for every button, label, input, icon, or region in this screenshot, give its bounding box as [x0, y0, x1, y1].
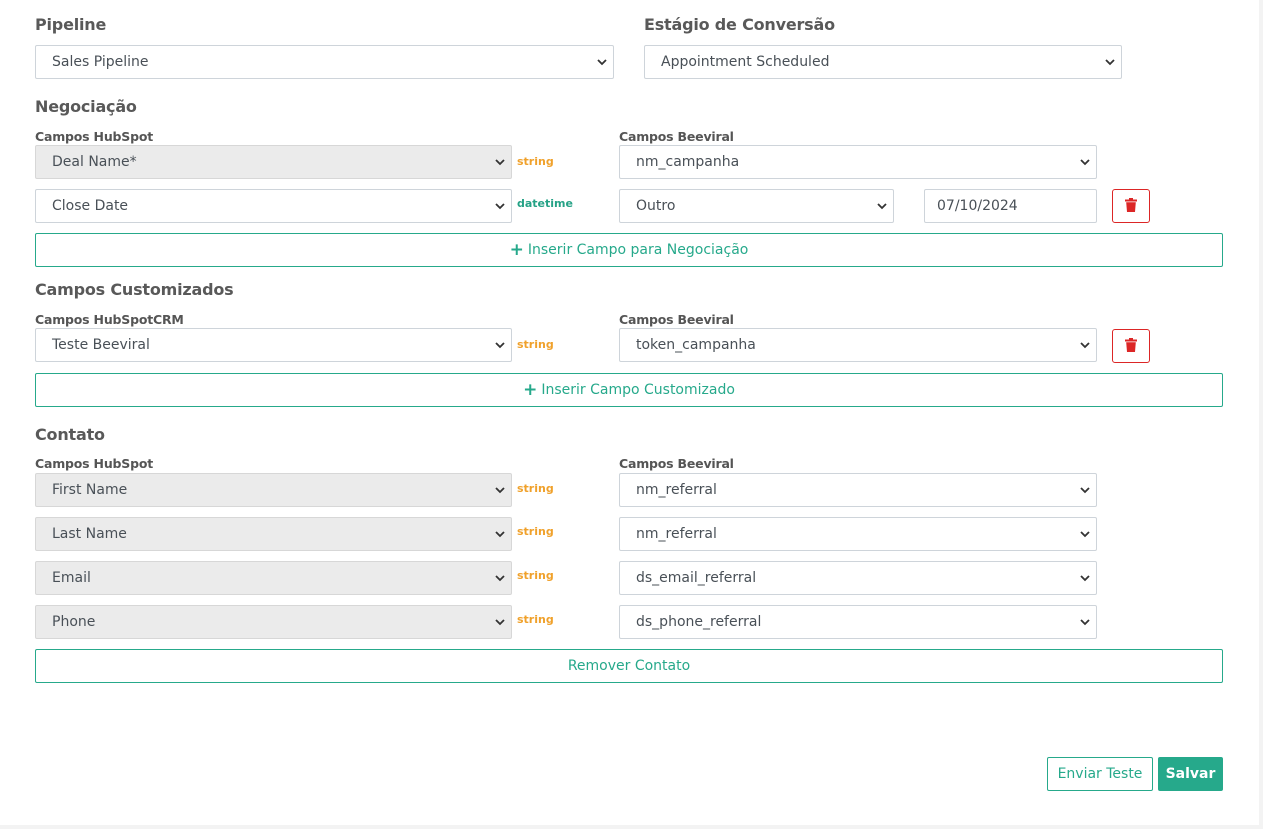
trash-icon: [1125, 197, 1137, 216]
save-button[interactable]: Salvar: [1158, 757, 1223, 791]
remove-contact-button[interactable]: Remover Contato: [35, 649, 1223, 683]
conversion-stage-select[interactable]: Appointment Scheduled: [644, 45, 1122, 79]
chevron-down-icon: [495, 157, 505, 167]
hubspot-field-value: Close Date: [52, 198, 129, 214]
chevron-down-icon: [877, 201, 887, 211]
page-edge-bottom: [0, 825, 1263, 829]
conversion-stage-heading: Estágio de Conversão: [644, 15, 835, 34]
chevron-down-icon: [495, 573, 505, 583]
beeviral-field-value: nm_referral: [636, 482, 717, 498]
custom-hubspot-col: Campos HubSpotCRM: [35, 312, 184, 327]
hubspot-field-value: First Name: [52, 482, 128, 498]
pipeline-select-value: Sales Pipeline: [52, 54, 149, 70]
add-custom-field-label: Inserir Campo Customizado: [541, 382, 735, 398]
contact-heading: Contato: [35, 425, 105, 444]
pipeline-heading: Pipeline: [35, 15, 107, 34]
remove-contact-label: Remover Contato: [567, 658, 691, 674]
field-type-label: string: [517, 482, 554, 495]
field-type-label: string: [517, 155, 554, 168]
chevron-down-icon: [495, 340, 505, 350]
beeviral-field-value: nm_campanha: [636, 154, 740, 170]
hubspot-field-value: Last Name: [52, 526, 127, 542]
field-type-label: datetime: [517, 197, 573, 210]
negotiation-hubspot-col: Campos HubSpot: [35, 129, 153, 144]
chevron-down-icon: [597, 57, 607, 67]
delete-close-date-button[interactable]: [1112, 189, 1150, 223]
contact-beeviral-col: Campos Beeviral: [619, 456, 734, 471]
chevron-down-icon: [495, 617, 505, 627]
chevron-down-icon: [1080, 617, 1090, 627]
negotiation-heading: Negociação: [35, 97, 137, 116]
phone-beeviral-select[interactable]: ds_phone_referral: [619, 605, 1097, 639]
add-negotiation-field-label: Inserir Campo para Negociação: [527, 242, 749, 258]
field-type-label: string: [517, 525, 554, 538]
chevron-down-icon: [1080, 340, 1090, 350]
hubspot-field-value: Deal Name*: [52, 154, 137, 170]
date-value: 07/10/2024: [937, 198, 1018, 214]
email-beeviral-select[interactable]: ds_email_referral: [619, 561, 1097, 595]
add-custom-field-button[interactable]: + Inserir Campo Customizado: [35, 373, 1223, 407]
chevron-down-icon: [1105, 57, 1115, 67]
beeviral-field-value: token_campanha: [636, 337, 756, 353]
deal-name-select: Deal Name*: [35, 145, 512, 179]
trash-icon: [1125, 337, 1137, 356]
save-label: Salvar: [1165, 766, 1216, 782]
first-name-select: First Name: [35, 473, 512, 507]
field-type-label: string: [517, 569, 554, 582]
chevron-down-icon: [495, 485, 505, 495]
pipeline-select[interactable]: Sales Pipeline: [35, 45, 614, 79]
beeviral-field-value: Outro: [636, 198, 676, 214]
plus-icon: +: [523, 379, 538, 400]
chevron-down-icon: [1080, 529, 1090, 539]
close-date-select[interactable]: Close Date: [35, 189, 512, 223]
conversion-stage-value: Appointment Scheduled: [661, 54, 830, 70]
beeviral-field-value: ds_phone_referral: [636, 614, 762, 630]
plus-icon: +: [509, 239, 524, 260]
beeviral-field-value: ds_email_referral: [636, 570, 757, 586]
hubspot-field-value: Phone: [52, 614, 96, 630]
negotiation-beeviral-col: Campos Beeviral: [619, 129, 734, 144]
custom-beeviral-col: Campos Beeviral: [619, 312, 734, 327]
field-type-label: string: [517, 338, 554, 351]
field-type-label: string: [517, 613, 554, 626]
contact-hubspot-col: Campos HubSpot: [35, 456, 153, 471]
chevron-down-icon: [495, 201, 505, 211]
add-negotiation-field-button[interactable]: + Inserir Campo para Negociação: [35, 233, 1223, 267]
chevron-down-icon: [495, 529, 505, 539]
delete-custom-field-button[interactable]: [1112, 329, 1150, 363]
close-date-value-input[interactable]: 07/10/2024: [924, 189, 1097, 223]
hubspot-field-value: Email: [52, 570, 91, 586]
chevron-down-icon: [1080, 485, 1090, 495]
beeviral-field-value: nm_referral: [636, 526, 717, 542]
custom-hubspot-select[interactable]: Teste Beeviral: [35, 328, 512, 362]
chevron-down-icon: [1080, 573, 1090, 583]
first-name-beeviral-select[interactable]: nm_referral: [619, 473, 1097, 507]
email-select: Email: [35, 561, 512, 595]
custom-fields-heading: Campos Customizados: [35, 280, 234, 299]
close-date-beeviral-select[interactable]: Outro: [619, 189, 894, 223]
custom-beeviral-select[interactable]: token_campanha: [619, 328, 1097, 362]
phone-select: Phone: [35, 605, 512, 639]
last-name-select: Last Name: [35, 517, 512, 551]
chevron-down-icon: [1080, 157, 1090, 167]
send-test-label: Enviar Teste: [1057, 766, 1143, 782]
deal-name-beeviral-select[interactable]: nm_campanha: [619, 145, 1097, 179]
last-name-beeviral-select[interactable]: nm_referral: [619, 517, 1097, 551]
send-test-button[interactable]: Enviar Teste: [1047, 757, 1153, 791]
hubspot-field-value: Teste Beeviral: [52, 337, 150, 353]
page-edge: [1259, 0, 1263, 829]
